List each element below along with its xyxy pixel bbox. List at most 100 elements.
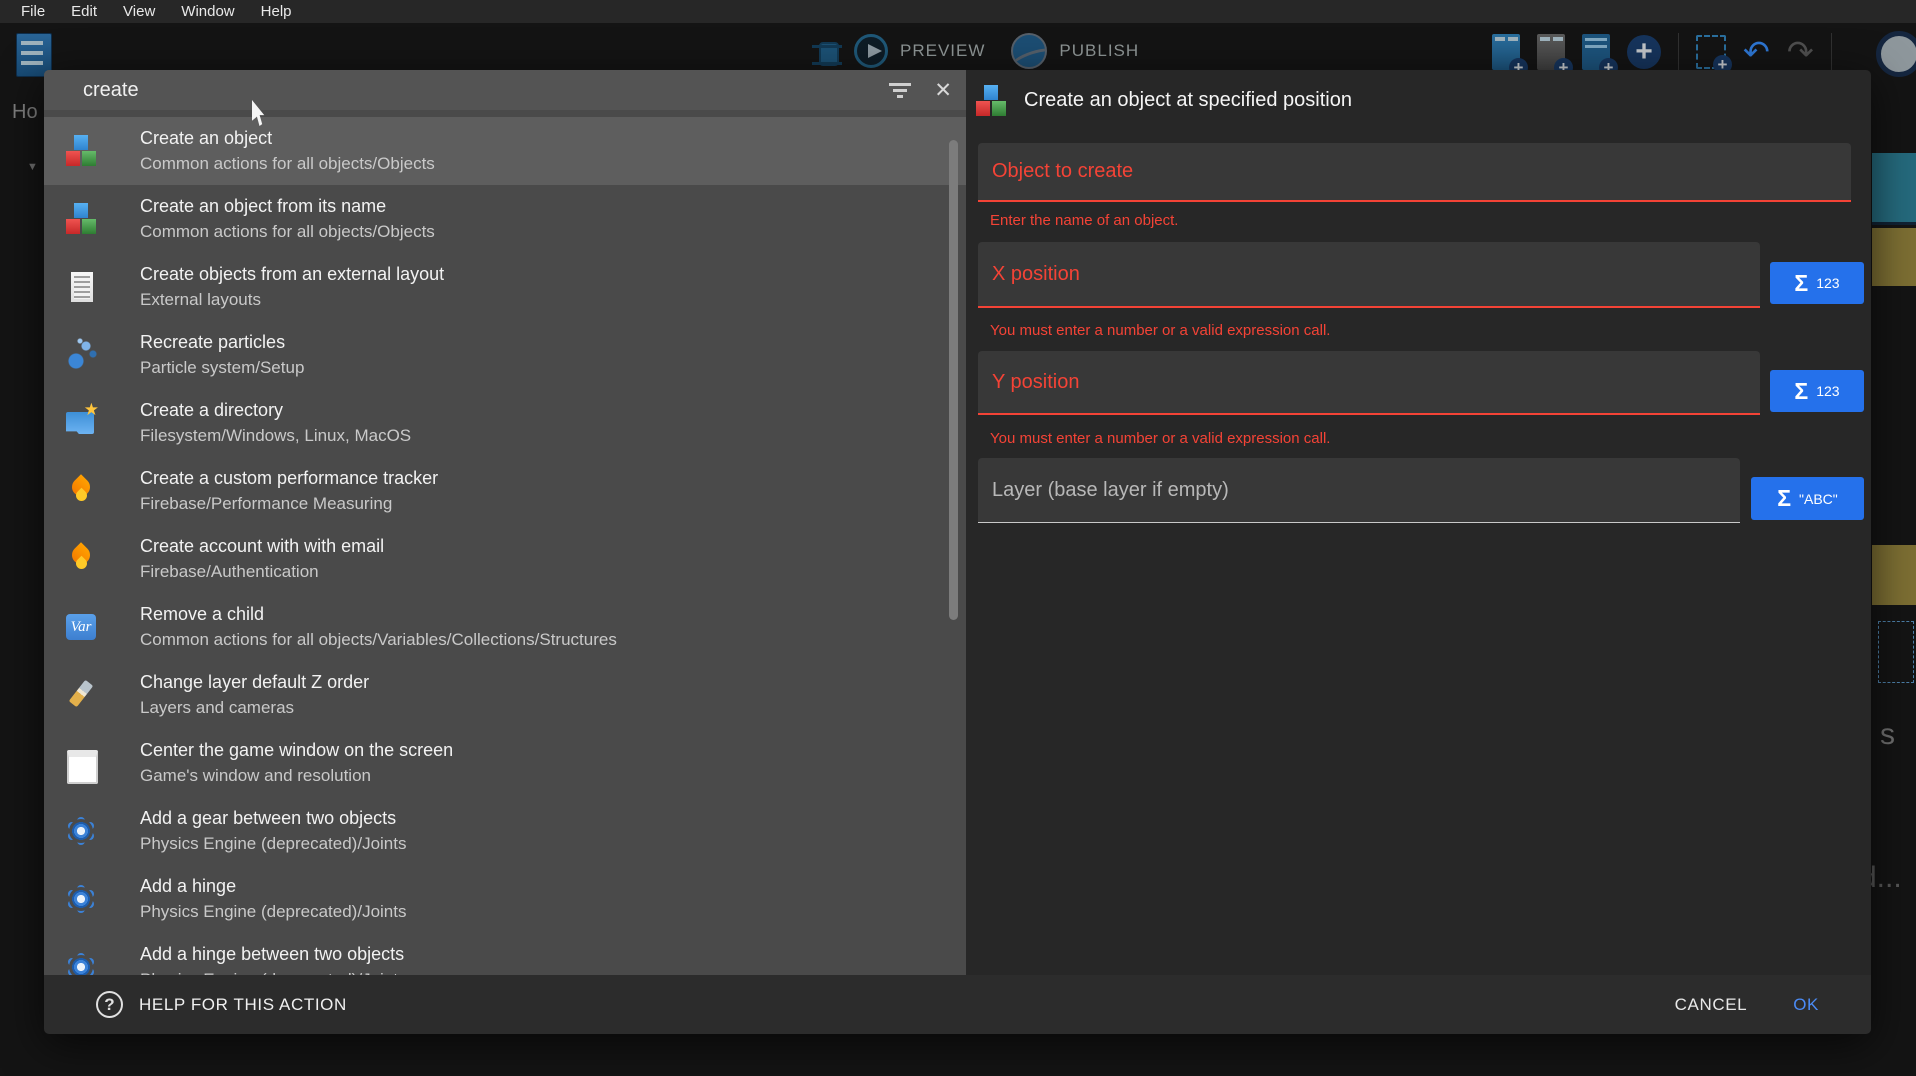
- physics-joint-icon: [64, 882, 98, 916]
- action-search-panel: ✕ Create an object Common actions for al…: [44, 70, 966, 975]
- action-group: Physics Engine (deprecated)/Joints: [140, 967, 406, 975]
- preview-button[interactable]: PREVIEW: [900, 41, 985, 61]
- particles-icon: [64, 338, 98, 372]
- layer-field[interactable]: Layer (base layer if empty): [978, 458, 1740, 523]
- action-group: Layers and cameras: [140, 695, 369, 720]
- action-group: Game's window and resolution: [140, 763, 453, 788]
- new-folder-icon: [64, 406, 98, 440]
- add-external-layout-icon[interactable]: [1582, 34, 1610, 70]
- action-group: Common actions for all objects/Variables…: [140, 627, 617, 652]
- action-group: Firebase/Authentication: [140, 559, 384, 584]
- x-expression-button[interactable]: Σ 123: [1770, 262, 1864, 304]
- search-bar: ✕: [44, 70, 966, 110]
- x-position-field[interactable]: X position: [978, 242, 1760, 308]
- action-title: Create account with with email: [140, 534, 384, 559]
- y-expression-button[interactable]: Σ 123: [1770, 370, 1864, 412]
- y-position-field[interactable]: Y position: [978, 351, 1760, 415]
- menu-item[interactable]: View: [112, 1, 166, 22]
- external-layout-icon: [64, 270, 98, 304]
- add-selection-icon[interactable]: [1696, 35, 1726, 69]
- action-result-row[interactable]: Create a directory Filesystem/Windows, L…: [44, 389, 966, 457]
- add-object-icon[interactable]: +: [1627, 35, 1661, 69]
- toolbar-separator: [1831, 33, 1832, 71]
- instruction-editor-dialog: ✕ Create an object Common actions for al…: [44, 70, 1871, 1034]
- object-to-create-field[interactable]: Object to create: [978, 143, 1851, 202]
- action-title: Create an object: [140, 126, 435, 151]
- action-title: Create an object from its name: [140, 194, 435, 219]
- action-title: Create objects from an external layout: [140, 262, 444, 287]
- action-title: Change layer default Z order: [140, 670, 369, 695]
- sigma-icon: Σ: [1794, 378, 1808, 405]
- preview-play-icon[interactable]: [854, 34, 888, 68]
- debug-icon[interactable]: [812, 36, 842, 66]
- search-input[interactable]: [83, 79, 888, 102]
- action-group: Filesystem/Windows, Linux, MacOS: [140, 423, 411, 448]
- objects-cubes-icon: [974, 84, 1008, 116]
- help-question-icon: ?: [96, 991, 123, 1018]
- action-result-row[interactable]: Create account with with email Firebase/…: [44, 525, 966, 593]
- add-external-events-icon[interactable]: [1537, 34, 1565, 70]
- menu-bar: FileEditViewWindowHelp: [0, 0, 1916, 23]
- action-title: Recreate particles: [140, 330, 304, 355]
- dialog-footer: ? HELP FOR THIS ACTION CANCEL OK: [44, 975, 1871, 1034]
- menu-item[interactable]: Edit: [60, 1, 108, 22]
- occluded-editor-fragment: [1872, 153, 1916, 225]
- action-group: Physics Engine (deprecated)/Joints: [140, 831, 406, 856]
- objects-cubes-icon: [64, 202, 98, 236]
- ok-button[interactable]: OK: [1781, 987, 1831, 1023]
- menu-item[interactable]: File: [10, 1, 56, 22]
- layer-label: Layer (base layer if empty): [992, 479, 1229, 502]
- add-scene-icon[interactable]: [1492, 34, 1520, 70]
- y-error-text: You must enter a number or a valid expre…: [990, 430, 1330, 447]
- objects-cubes-icon: [64, 134, 98, 168]
- firebase-flame-icon: [64, 474, 98, 508]
- redo-icon[interactable]: ↷: [1787, 35, 1814, 69]
- occluded-selection-box: [1878, 621, 1914, 683]
- filter-icon[interactable]: [888, 81, 912, 99]
- menu-item[interactable]: Help: [250, 1, 303, 22]
- action-result-row[interactable]: Create an object from its name Common ac…: [44, 185, 966, 253]
- x-position-label: X position: [992, 263, 1080, 286]
- sigma-icon: Σ: [1794, 270, 1808, 297]
- action-group: External layouts: [140, 287, 444, 312]
- action-result-row[interactable]: Recreate particles Particle system/Setup: [44, 321, 966, 389]
- physics-joint-icon: [64, 950, 98, 975]
- y-position-label: Y position: [992, 371, 1079, 394]
- occluded-editor-fragment: [1872, 228, 1916, 286]
- action-result-row[interactable]: Create an object Common actions for all …: [44, 117, 966, 185]
- action-group: Common actions for all objects/Objects: [140, 219, 435, 244]
- action-parameters-panel: Create an object at specified position O…: [966, 70, 1871, 975]
- undo-icon[interactable]: ↶: [1743, 35, 1770, 69]
- action-group: Particle system/Setup: [140, 355, 304, 380]
- action-result-row[interactable]: Change layer default Z order Layers and …: [44, 661, 966, 729]
- action-result-row[interactable]: Remove a child Common actions for all ob…: [44, 593, 966, 661]
- search-orb-icon[interactable]: [1876, 31, 1916, 77]
- chevron-down-icon[interactable]: ▼: [27, 161, 38, 173]
- close-icon[interactable]: ✕: [934, 80, 952, 101]
- menu-item[interactable]: Window: [170, 1, 245, 22]
- home-tab-partial: Ho: [12, 101, 38, 124]
- action-result-row[interactable]: Create a custom performance tracker Fire…: [44, 457, 966, 525]
- action-result-row[interactable]: Add a gear between two objects Physics E…: [44, 797, 966, 865]
- action-result-row[interactable]: Add a hinge Physics Engine (deprecated)/…: [44, 865, 966, 933]
- layer-zorder-icon: [64, 678, 98, 712]
- action-title: Add a hinge between two objects: [140, 942, 406, 967]
- action-group: Firebase/Performance Measuring: [140, 491, 438, 516]
- help-for-action-button[interactable]: ? HELP FOR THIS ACTION: [96, 991, 347, 1018]
- variable-badge-icon: [64, 610, 98, 644]
- panel-header: Create an object at specified position: [966, 70, 1871, 130]
- layer-expression-button[interactable]: Σ "ABC": [1751, 477, 1864, 520]
- action-result-row[interactable]: Create objects from an external layout E…: [44, 253, 966, 321]
- action-result-row[interactable]: Add a hinge between two objects Physics …: [44, 933, 966, 975]
- publish-globe-icon[interactable]: [1011, 33, 1047, 69]
- object-to-create-label: Object to create: [992, 160, 1133, 183]
- action-title: Remove a child: [140, 602, 617, 627]
- publish-button[interactable]: PUBLISH: [1059, 41, 1139, 61]
- search-results-list: Create an object Common actions for all …: [44, 110, 966, 975]
- physics-joint-icon: [64, 814, 98, 848]
- occluded-text: s: [1880, 718, 1895, 752]
- action-group: Common actions for all objects/Objects: [140, 151, 435, 176]
- cancel-button[interactable]: CANCEL: [1663, 987, 1760, 1023]
- action-result-row[interactable]: Center the game window on the screen Gam…: [44, 729, 966, 797]
- results-scrollbar[interactable]: [949, 140, 958, 620]
